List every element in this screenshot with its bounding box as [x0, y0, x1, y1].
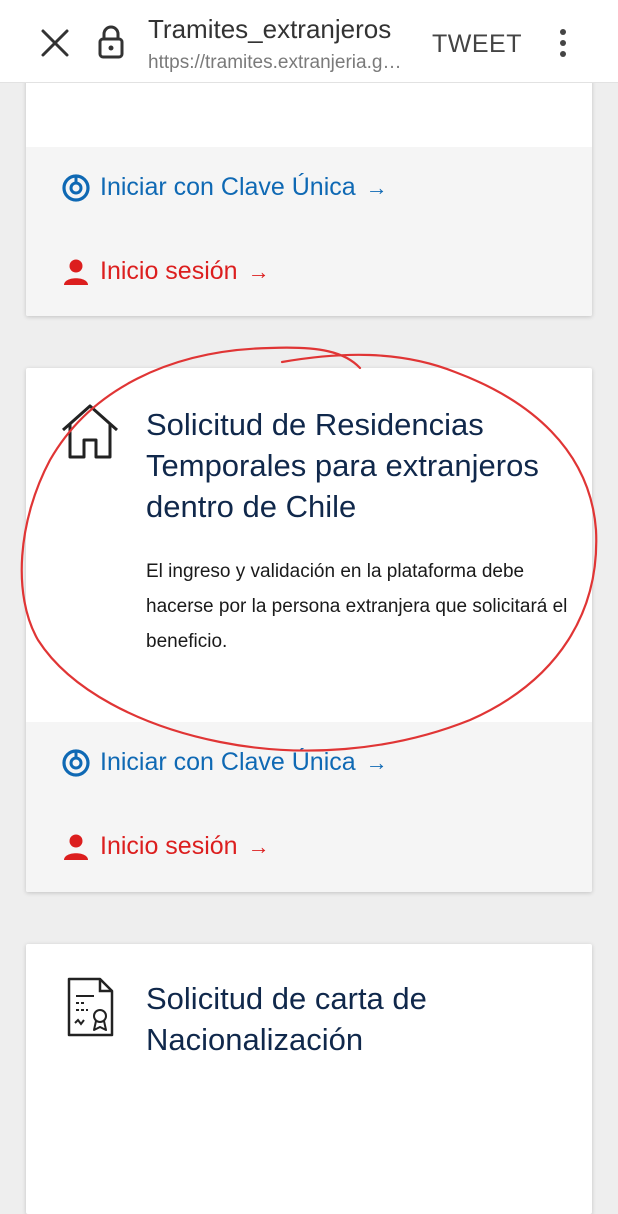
arrow-icon: → [365, 749, 388, 775]
card-description: El ingreso y validación en la plataforma… [146, 561, 568, 652]
certificate-document-icon [67, 977, 114, 1037]
arrow-icon: → [247, 833, 270, 859]
more-options-icon[interactable] [552, 26, 574, 60]
lock-icon [98, 25, 124, 59]
card-actions: Iniciar con Clave Única → Inicio sesión … [26, 722, 592, 892]
user-icon [64, 834, 88, 860]
house-icon [62, 404, 118, 459]
user-icon [64, 259, 88, 285]
service-card-nacionalizacion: Solicitud de carta de Nacionalización [26, 944, 592, 1214]
arrow-icon: → [365, 174, 388, 200]
inicio-sesion-link[interactable]: Inicio sesión → [62, 832, 270, 861]
card-title: Solicitud de Residencias Temporales para… [146, 407, 539, 524]
clave-unica-link[interactable]: Iniciar con Clave Única → [62, 173, 388, 202]
service-card-residencias: Solicitud de Residencias Temporales para… [26, 368, 592, 892]
close-icon[interactable] [38, 26, 72, 60]
power-icon [62, 748, 90, 777]
inicio-sesion-link[interactable]: Inicio sesión → [62, 257, 270, 286]
inicio-sesion-label: Inicio sesión [100, 257, 238, 285]
browser-toolbar: Tramites_extranjeros https://tramites.ex… [0, 0, 618, 83]
card-actions: Iniciar con Clave Única → Inicio sesión … [26, 147, 592, 316]
clave-unica-link[interactable]: Iniciar con Clave Única → [62, 748, 388, 777]
page-url[interactable]: https://tramites.extranjeria.gob.cl [148, 52, 410, 74]
inicio-sesion-label: Inicio sesión [100, 832, 238, 860]
page-title: Tramites_extranjeros [148, 14, 392, 44]
power-icon [62, 173, 90, 202]
clave-unica-label: Iniciar con Clave Única [100, 748, 356, 776]
arrow-icon: → [247, 258, 270, 284]
tweet-button[interactable]: TWEET [432, 30, 522, 59]
clave-unica-label: Iniciar con Clave Única [100, 173, 356, 201]
card-title: Solicitud de carta de Nacionalización [146, 981, 427, 1057]
